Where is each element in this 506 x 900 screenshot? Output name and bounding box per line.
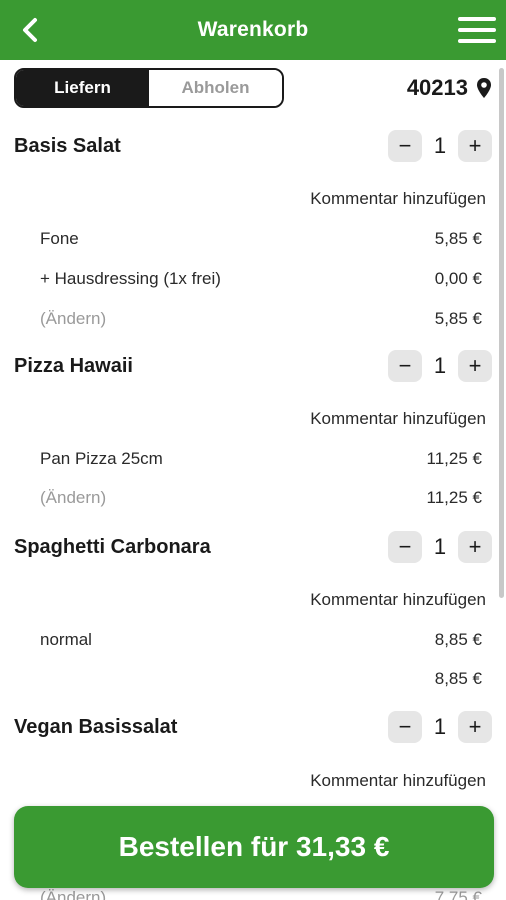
item-name: Basis Salat	[14, 134, 121, 157]
quantity-value: 1	[433, 133, 447, 158]
item-line: (Ändern) 7,75 €	[40, 888, 482, 900]
increase-quantity-button[interactable]: +	[458, 531, 492, 563]
decrease-quantity-button[interactable]: −	[388, 130, 422, 162]
increase-quantity-button[interactable]: +	[458, 350, 492, 382]
quantity-value: 1	[433, 714, 447, 739]
chevron-left-icon	[23, 18, 37, 42]
menu-button[interactable]	[458, 14, 496, 46]
line-price: 0,00 €	[434, 269, 482, 288]
item-line: + Hausdressing (1x frei) 0,00 €	[40, 269, 482, 289]
item-name: Pizza Hawaii	[14, 354, 133, 377]
line-label: Pan Pizza 25cm	[40, 449, 163, 468]
cart-list[interactable]: Liefern Abholen 40213 Basis Salat − 1 + …	[0, 60, 506, 900]
hamburger-menu-icon	[458, 17, 496, 43]
increase-quantity-button[interactable]: +	[458, 711, 492, 743]
scrollbar[interactable]	[499, 68, 504, 598]
item-total: 8,85 €	[434, 669, 482, 688]
decrease-quantity-button[interactable]: −	[388, 531, 422, 563]
quantity-stepper: − 1 +	[388, 711, 492, 743]
pickup-option[interactable]: Abholen	[149, 70, 282, 106]
line-price: 5,85 €	[434, 229, 482, 248]
mode-row: Liefern Abholen 40213	[14, 68, 492, 108]
decrease-quantity-button[interactable]: −	[388, 350, 422, 382]
quantity-stepper: − 1 +	[388, 350, 492, 382]
item-total: 7,75 €	[434, 888, 482, 900]
item-total: 5,85 €	[434, 309, 482, 328]
increase-quantity-button[interactable]: +	[458, 130, 492, 162]
back-button[interactable]	[14, 14, 46, 46]
order-button[interactable]: Bestellen für 31,33 €	[14, 806, 494, 888]
add-comment-link[interactable]: Kommentar hinzufügen	[310, 409, 486, 429]
add-comment-link[interactable]: Kommentar hinzufügen	[310, 771, 486, 791]
top-bar: Warenkorb	[0, 0, 506, 60]
delivery-mode-toggle: Liefern Abholen	[14, 68, 284, 108]
item-line: 8,85 €	[40, 669, 482, 689]
line-label: Fone	[40, 229, 79, 248]
item-line: (Ändern) 11,25 €	[40, 488, 482, 508]
line-price: 8,85 €	[434, 630, 482, 649]
deliver-option[interactable]: Liefern	[16, 70, 149, 106]
line-price: 11,25 €	[426, 449, 482, 468]
add-comment-link[interactable]: Kommentar hinzufügen	[310, 590, 486, 610]
quantity-value: 1	[433, 534, 447, 559]
item-name: Spaghetti Carbonara	[14, 535, 211, 558]
quantity-stepper: − 1 +	[388, 531, 492, 563]
add-comment-link[interactable]: Kommentar hinzufügen	[310, 189, 486, 209]
decrease-quantity-button[interactable]: −	[388, 711, 422, 743]
quantity-stepper: − 1 +	[388, 130, 492, 162]
page-title: Warenkorb	[197, 18, 309, 41]
item-line: (Ändern) 5,85 €	[40, 309, 482, 329]
change-link[interactable]: (Ändern)	[40, 888, 106, 900]
line-label: + Hausdressing (1x frei)	[40, 269, 221, 288]
item-name: Vegan Basissalat	[14, 715, 178, 738]
line-label: normal	[40, 630, 92, 649]
change-link[interactable]: (Ändern)	[40, 309, 106, 329]
change-link[interactable]: (Ändern)	[40, 488, 106, 508]
zip-code: 40213	[406, 75, 468, 100]
item-total: 11,25 €	[426, 488, 482, 507]
item-line: Pan Pizza 25cm 11,25 €	[40, 449, 482, 469]
item-line: normal 8,85 €	[40, 630, 482, 650]
zip-selector[interactable]: 40213	[407, 75, 492, 101]
location-pin-icon	[477, 78, 491, 98]
item-line: Fone 5,85 €	[40, 229, 482, 249]
quantity-value: 1	[433, 353, 447, 378]
